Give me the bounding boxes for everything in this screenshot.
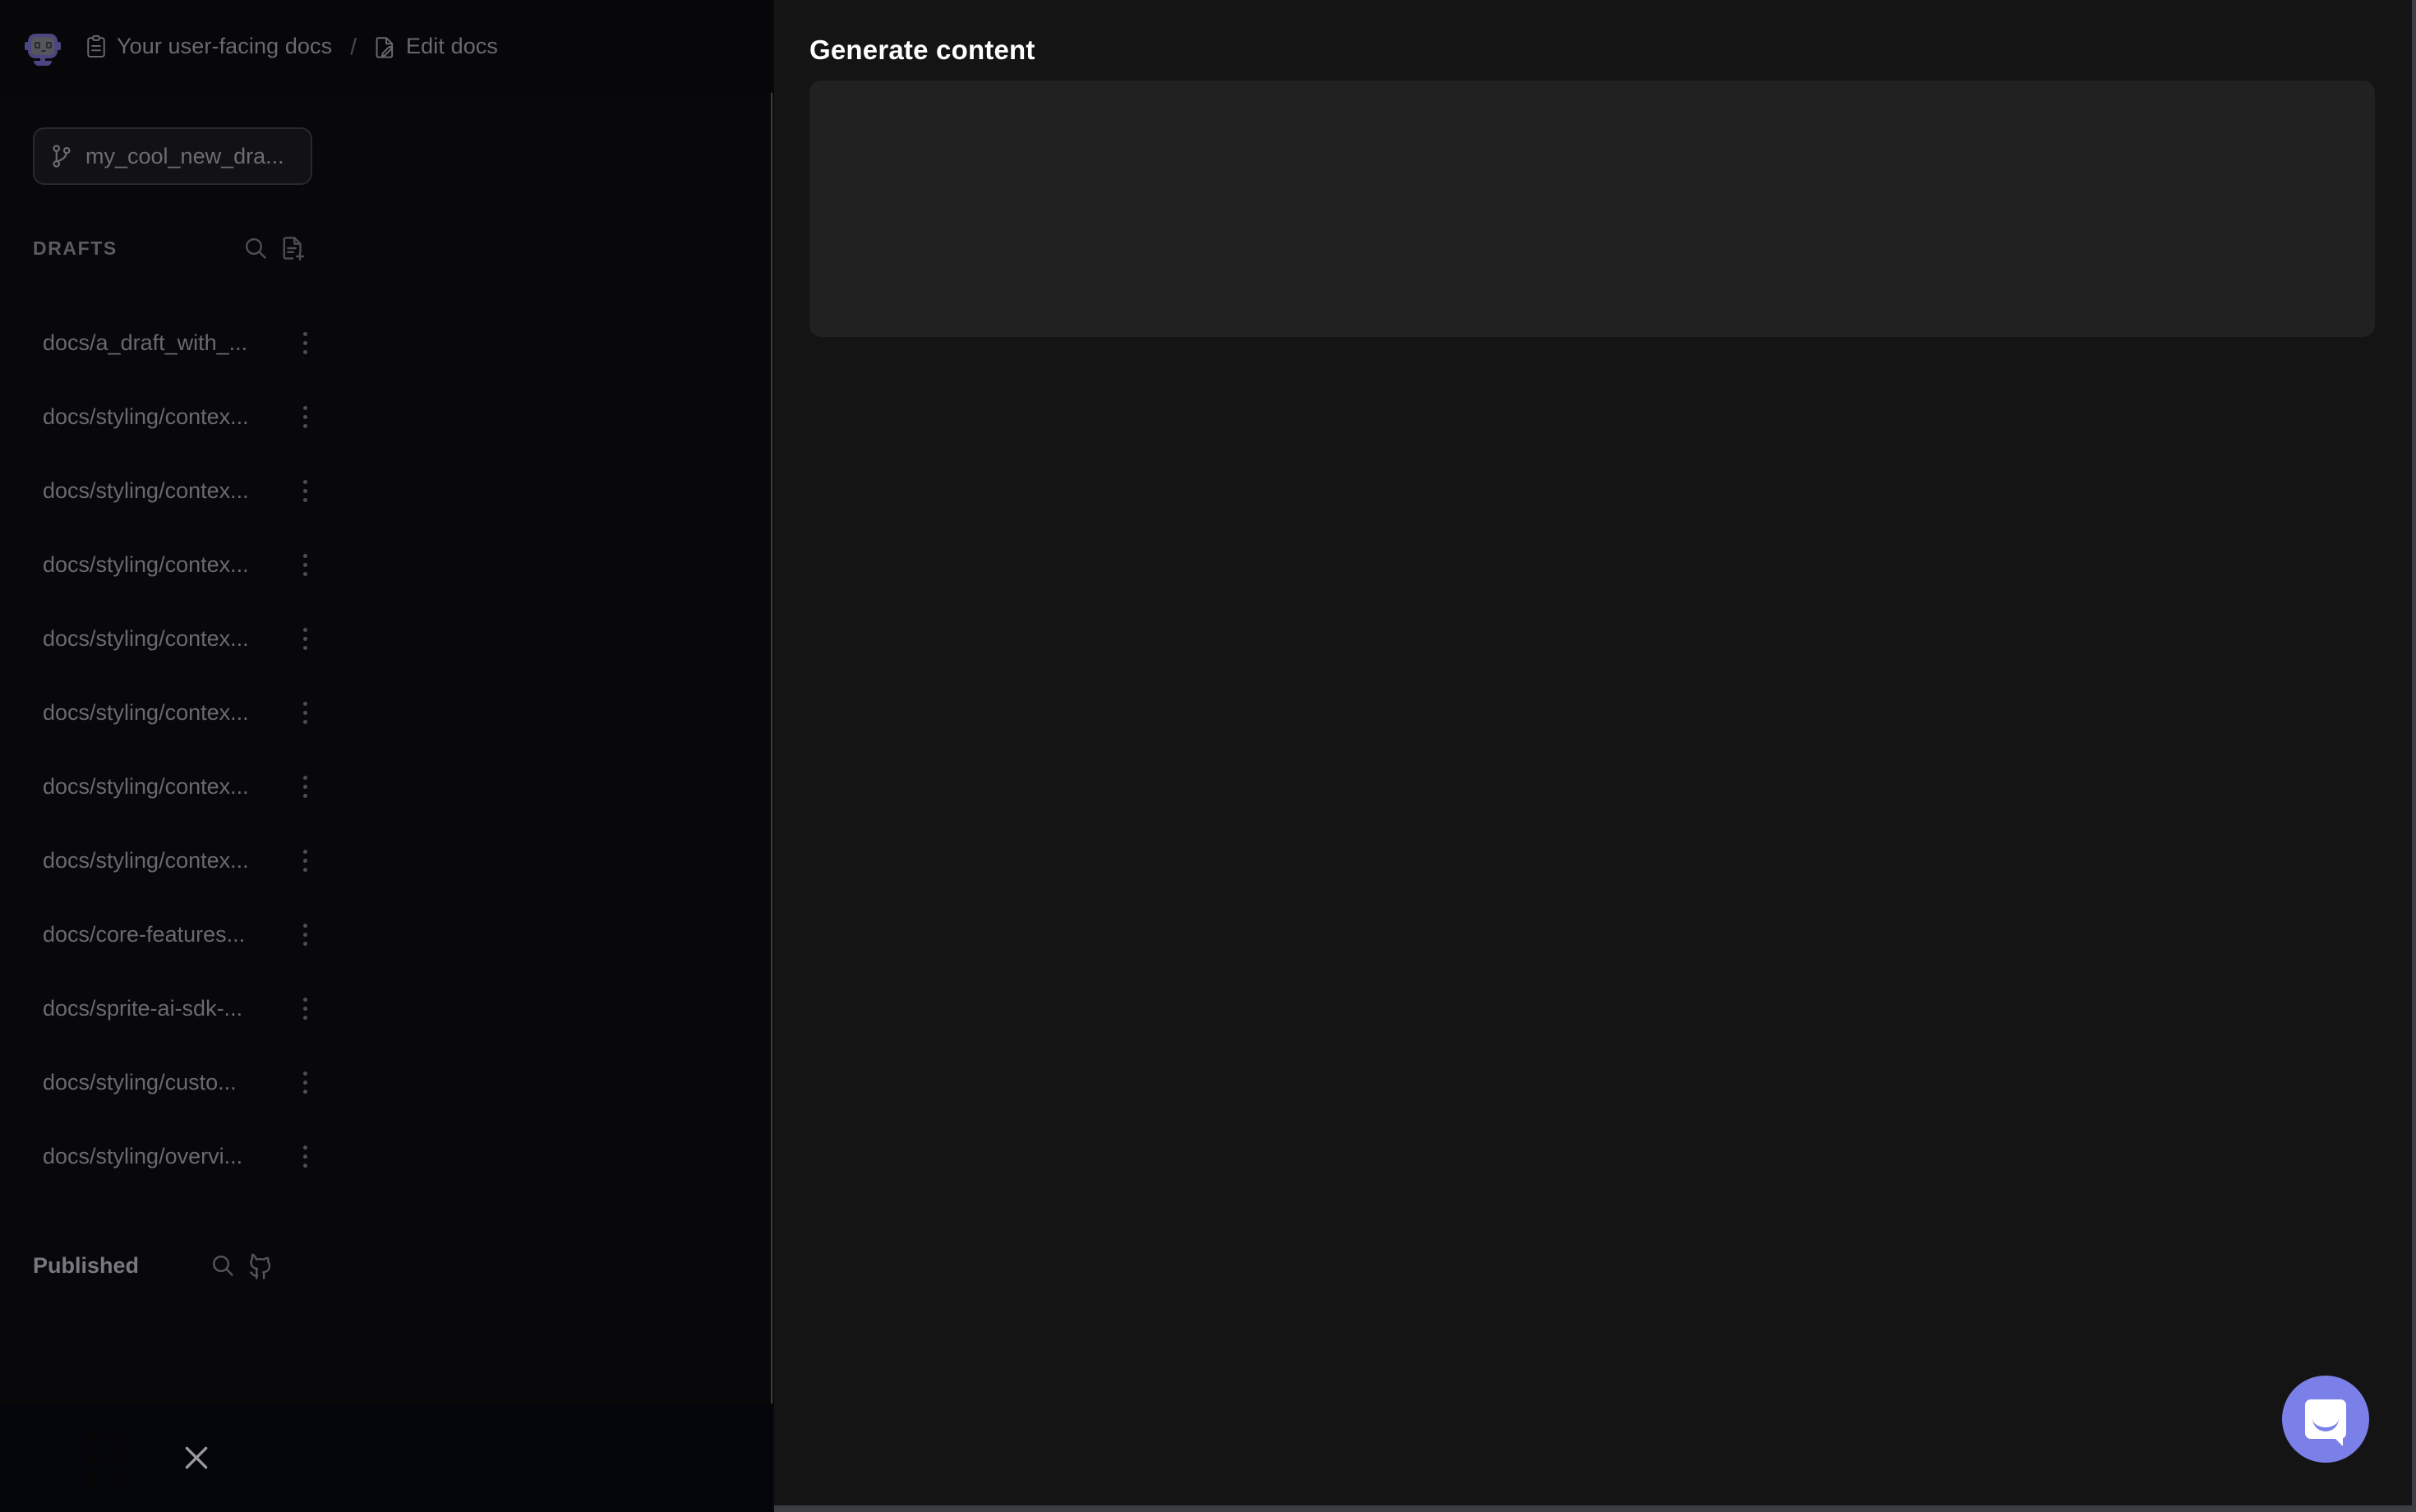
- chat-bubble-icon: [2305, 1399, 2346, 1439]
- robot-mouth: [41, 50, 46, 52]
- search-icon: [210, 1252, 236, 1279]
- github-button[interactable]: [242, 1247, 279, 1284]
- generate-content-panel[interactable]: [809, 81, 2375, 337]
- chat-launcher-button[interactable]: [2282, 1376, 2369, 1463]
- draft-item-menu-icon[interactable]: [294, 326, 316, 359]
- clipboard-icon: [85, 35, 107, 59]
- draft-list-item[interactable]: docs/styling/contex...: [0, 454, 343, 528]
- git-branch-icon: [51, 144, 72, 168]
- draft-item-label: docs/styling/contex...: [43, 700, 294, 726]
- drafts-list: docs/a_draft_with_... docs/styling/contex…: [0, 306, 343, 1193]
- draft-list-item[interactable]: docs/sprite-ai-sdk-...: [0, 971, 343, 1045]
- breadcrumb-separator: /: [350, 34, 357, 60]
- branch-name-label: my_cool_new_dra...: [85, 144, 284, 169]
- draft-item-menu-icon[interactable]: [294, 400, 316, 433]
- draft-list-item[interactable]: docs/styling/contex...: [0, 675, 343, 749]
- draft-item-menu-icon[interactable]: [294, 770, 316, 803]
- breadcrumb-docs[interactable]: Your user-facing docs: [85, 34, 332, 59]
- draft-item-label: docs/styling/contex...: [43, 404, 294, 430]
- draft-list-item[interactable]: docs/styling/contex...: [0, 602, 343, 675]
- draft-list-item[interactable]: docs/styling/contex...: [0, 380, 343, 454]
- breadcrumb-edit-docs[interactable]: Edit docs: [375, 34, 498, 59]
- draft-list-item[interactable]: docs/styling/contex...: [0, 749, 343, 823]
- draft-item-menu-icon[interactable]: [294, 844, 316, 877]
- robot-head: [28, 34, 58, 58]
- drafts-title: DRAFTS: [33, 237, 237, 260]
- robot-eye-right: [46, 42, 52, 48]
- drafts-search-button[interactable]: [237, 229, 274, 267]
- draft-item-menu-icon[interactable]: [294, 622, 316, 655]
- robot-base: [34, 61, 52, 66]
- breadcrumb-edit-docs-label: Edit docs: [406, 34, 498, 59]
- draft-item-menu-icon[interactable]: [294, 696, 316, 729]
- draft-list-item[interactable]: docs/styling/contex...: [0, 528, 343, 602]
- page-title: Generate content: [809, 35, 1035, 66]
- draft-item-label: docs/styling/contex...: [43, 848, 294, 874]
- sidebar-pane: Your user-facing docs / Edit docs: [0, 0, 772, 1512]
- app-header: Your user-facing docs / Edit docs: [0, 0, 772, 93]
- draft-item-label: docs/sprite-ai-sdk-...: [43, 996, 294, 1021]
- chat-smile: [2312, 1418, 2339, 1431]
- draft-item-menu-icon[interactable]: [294, 918, 316, 951]
- published-title: Published: [33, 1253, 204, 1279]
- main-content: Generate content: [774, 0, 2416, 1512]
- drag-handle-icon[interactable]: [86, 1430, 126, 1486]
- sidebar-footer: [0, 1404, 772, 1512]
- breadcrumb-docs-label: Your user-facing docs: [117, 34, 332, 59]
- new-draft-button[interactable]: [274, 229, 312, 267]
- draft-item-menu-icon[interactable]: [294, 548, 316, 581]
- draft-item-label: docs/core-features...: [43, 922, 294, 947]
- close-icon: [180, 1441, 213, 1474]
- draft-item-menu-icon[interactable]: [294, 1140, 316, 1173]
- draft-list-item[interactable]: docs/a_draft_with_...: [0, 306, 343, 380]
- draft-item-label: docs/a_draft_with_...: [43, 330, 294, 356]
- branch-selector[interactable]: my_cool_new_dra...: [33, 127, 312, 185]
- draft-item-menu-icon[interactable]: [294, 1066, 316, 1099]
- draft-list-item[interactable]: docs/styling/contex...: [0, 823, 343, 897]
- draft-item-menu-icon[interactable]: [294, 474, 316, 507]
- draft-list-item[interactable]: docs/core-features...: [0, 897, 343, 971]
- draft-item-label: docs/styling/overvi...: [43, 1144, 294, 1169]
- published-section-header: Published: [33, 1241, 279, 1290]
- draft-item-label: docs/styling/contex...: [43, 552, 294, 578]
- new-document-icon: [280, 235, 307, 261]
- edit-document-icon: [375, 35, 396, 59]
- draft-item-label: docs/styling/custo...: [43, 1070, 294, 1095]
- robot-eye-left: [35, 42, 40, 48]
- robot-logo: [25, 29, 61, 65]
- draft-item-menu-icon[interactable]: [294, 992, 316, 1025]
- published-search-button[interactable]: [204, 1247, 242, 1284]
- app-root: Your user-facing docs / Edit docs: [0, 0, 2416, 1512]
- search-icon: [242, 235, 269, 261]
- github-icon: [247, 1252, 274, 1279]
- draft-item-label: docs/styling/contex...: [43, 774, 294, 800]
- draft-list-item[interactable]: docs/styling/custo...: [0, 1045, 343, 1119]
- draft-list-item[interactable]: docs/styling/overvi...: [0, 1119, 343, 1193]
- close-button[interactable]: [173, 1435, 219, 1481]
- draft-item-label: docs/styling/contex...: [43, 626, 294, 652]
- drafts-section-header: DRAFTS: [33, 224, 312, 273]
- draft-item-label: docs/styling/contex...: [43, 478, 294, 504]
